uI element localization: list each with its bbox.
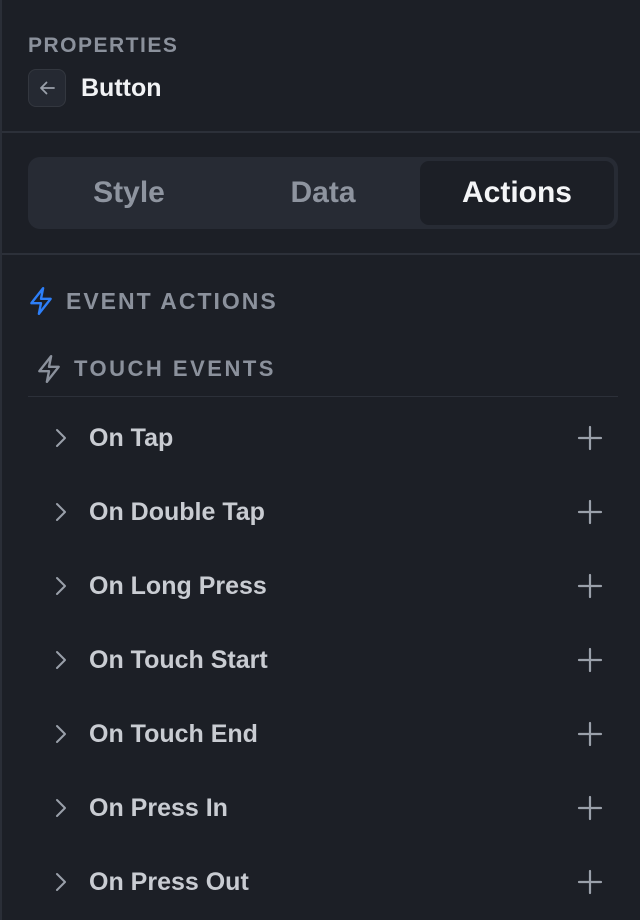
event-actions-header: EVENT ACTIONS (28, 284, 278, 318)
panel-header: PROPERTIES Button (2, 0, 640, 133)
properties-panel: PROPERTIES Button Style Data Actions EVE… (0, 0, 640, 920)
lightning-icon (30, 286, 52, 316)
touch-events-list: On Tap On Double Tap On Long Press On To… (28, 402, 618, 920)
plus-icon[interactable] (576, 720, 604, 748)
plus-icon[interactable] (576, 424, 604, 452)
plus-icon[interactable] (576, 572, 604, 600)
event-label: On Tap (89, 424, 174, 452)
event-row-on-press-in[interactable]: On Press In (28, 772, 618, 846)
event-label: On Double Tap (89, 498, 265, 526)
section-label: PROPERTIES (28, 34, 179, 57)
plus-icon[interactable] (576, 868, 604, 896)
plus-icon[interactable] (576, 794, 604, 822)
chevron-right-icon (56, 577, 66, 595)
arrow-left-icon (40, 81, 55, 95)
event-label: On Touch End (89, 720, 258, 748)
touch-events-title: TOUCH EVENTS (74, 356, 276, 381)
chevron-right-icon (56, 429, 66, 447)
event-label: On Press Out (89, 868, 249, 896)
event-row-on-touch-start[interactable]: On Touch Start (28, 624, 618, 698)
tab-data[interactable]: Data (226, 161, 420, 225)
event-row-on-double-tap[interactable]: On Double Tap (28, 476, 618, 550)
component-title: Button (81, 74, 162, 102)
event-row-on-press-out[interactable]: On Press Out (28, 846, 618, 920)
event-row-on-touch-end[interactable]: On Touch End (28, 698, 618, 772)
lightning-outline-icon (38, 354, 60, 384)
chevron-right-icon (56, 873, 66, 891)
event-label: On Long Press (89, 572, 267, 600)
touch-events-header[interactable]: TOUCH EVENTS (36, 352, 276, 386)
chevron-right-icon (56, 725, 66, 743)
segmented-tabs: Style Data Actions (28, 157, 618, 229)
chevron-right-icon (56, 503, 66, 521)
event-label: On Press In (89, 794, 228, 822)
chevron-right-icon (56, 651, 66, 669)
divider (28, 396, 618, 397)
tab-style[interactable]: Style (32, 161, 226, 225)
event-actions-title: EVENT ACTIONS (66, 287, 278, 314)
back-button[interactable] (28, 69, 66, 107)
plus-icon[interactable] (576, 498, 604, 526)
event-row-on-tap[interactable]: On Tap (28, 402, 618, 476)
tabs-section: Style Data Actions (2, 133, 640, 255)
plus-icon[interactable] (576, 646, 604, 674)
tab-actions[interactable]: Actions (420, 161, 614, 225)
chevron-right-icon (56, 799, 66, 817)
event-label: On Touch Start (89, 646, 268, 674)
event-row-on-long-press[interactable]: On Long Press (28, 550, 618, 624)
